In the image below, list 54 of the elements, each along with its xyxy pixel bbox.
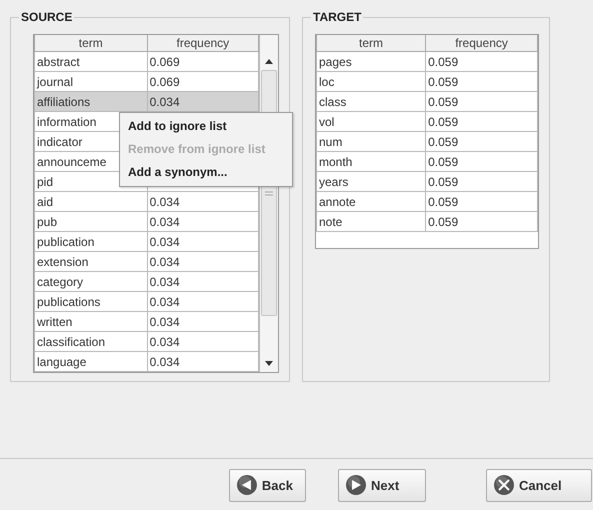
- panel-title: TARGET: [312, 10, 362, 24]
- table-cell[interactable]: class: [316, 92, 426, 112]
- table-cell[interactable]: 0.034: [147, 352, 259, 372]
- scroll-down-icon[interactable]: [265, 360, 274, 366]
- table-cell[interactable]: abstract: [34, 52, 148, 72]
- panel-title: SOURCE: [20, 10, 74, 24]
- table-cell[interactable]: 0.059: [426, 192, 538, 212]
- table-cell[interactable]: 0.059: [426, 132, 538, 152]
- table-cell[interactable]: 0.034: [147, 212, 259, 232]
- table-cell[interactable]: vol: [316, 112, 426, 132]
- table-cell[interactable]: 0.059: [426, 112, 538, 132]
- table-cell[interactable]: 0.034: [147, 252, 259, 272]
- table-cell[interactable]: 0.034: [147, 272, 259, 292]
- column-header[interactable]: term: [34, 35, 148, 52]
- table-cell[interactable]: pages: [316, 52, 426, 72]
- table-cell[interactable]: aid: [34, 192, 148, 212]
- table-cell[interactable]: 0.059: [426, 212, 538, 232]
- table-cell[interactable]: publications: [34, 292, 148, 312]
- back-button[interactable]: Back: [229, 468, 306, 502]
- table-cell[interactable]: month: [316, 152, 426, 172]
- scroll-up-icon[interactable]: [265, 58, 274, 64]
- column-header[interactable]: frequency: [426, 35, 538, 52]
- back-icon: [236, 474, 258, 496]
- table-cell[interactable]: 0.059: [426, 172, 538, 192]
- table-cell[interactable]: 0.034: [147, 292, 259, 312]
- table-cell[interactable]: loc: [316, 72, 426, 92]
- table-cell[interactable]: num: [316, 132, 426, 152]
- table-cell[interactable]: 0.034: [147, 92, 259, 112]
- table-cell[interactable]: written: [34, 312, 148, 332]
- table-cell[interactable]: 0.034: [147, 332, 259, 352]
- table-cell[interactable]: extension: [34, 252, 148, 272]
- table-cell[interactable]: note: [316, 212, 426, 232]
- table-cell[interactable]: language: [34, 352, 148, 372]
- table-cell[interactable]: 0.059: [426, 92, 538, 112]
- table-cell[interactable]: 0.059: [426, 152, 538, 172]
- table-cell[interactable]: annote: [316, 192, 426, 212]
- close-icon: [493, 474, 515, 496]
- table-cell[interactable]: 0.034: [147, 192, 259, 212]
- column-header[interactable]: frequency: [147, 35, 259, 52]
- table-cell[interactable]: 0.059: [426, 52, 538, 72]
- table-cell[interactable]: classification: [34, 332, 148, 352]
- table-cell[interactable]: publication: [34, 232, 148, 252]
- table-cell[interactable]: 0.069: [147, 52, 259, 72]
- cancel-button[interactable]: Cancel: [486, 468, 592, 502]
- table-cell[interactable]: 0.059: [426, 72, 538, 92]
- table-cell[interactable]: pub: [34, 212, 148, 232]
- table-cell[interactable]: 0.034: [147, 232, 259, 252]
- table-cell[interactable]: 0.034: [147, 312, 259, 332]
- next-button[interactable]: Next: [338, 468, 426, 502]
- column-header[interactable]: term: [316, 35, 426, 52]
- table-cell[interactable]: years: [316, 172, 426, 192]
- table-cell[interactable]: category: [34, 272, 148, 292]
- next-icon: [345, 474, 367, 496]
- table-cell[interactable]: affiliations: [34, 92, 148, 112]
